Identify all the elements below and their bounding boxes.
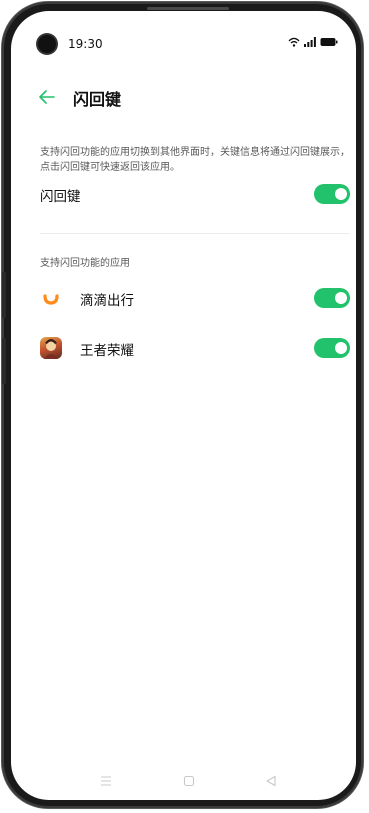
app-row-honor-of-kings[interactable]: 王者荣耀 bbox=[40, 333, 350, 363]
toggle-knob bbox=[335, 188, 347, 200]
app-label: 王者荣耀 bbox=[80, 343, 134, 359]
app-label: 滴滴出行 bbox=[80, 293, 134, 309]
status-icons bbox=[288, 37, 338, 47]
front-camera bbox=[38, 35, 56, 53]
toggle-knob bbox=[335, 342, 347, 354]
honor-of-kings-icon bbox=[40, 337, 62, 359]
navigation-bar bbox=[11, 771, 356, 800]
feature-description: 支持闪回功能的应用切换到其他界面时，关键信息将通过闪回键展示，点击闪回键可快速返… bbox=[40, 147, 350, 173]
wifi-icon bbox=[288, 37, 300, 47]
menu-icon[interactable] bbox=[100, 775, 112, 787]
back-arrow-icon[interactable] bbox=[37, 87, 57, 107]
main-toggle-label: 闪回键 bbox=[40, 189, 81, 205]
back-icon[interactable] bbox=[265, 775, 277, 787]
signal-icon bbox=[304, 37, 316, 47]
section-divider bbox=[40, 233, 350, 234]
section-header: 支持闪回功能的应用 bbox=[40, 258, 130, 269]
app-row-didi[interactable]: 滴滴出行 bbox=[40, 283, 350, 313]
screen: 19:30 闪回键 支持闪回功能的应用切换到其他界面时，关键信息将通过闪回键展示… bbox=[11, 11, 356, 800]
status-bar: 19:30 bbox=[11, 11, 356, 53]
page-header: 闪回键 bbox=[11, 77, 356, 117]
app-toggle-didi[interactable] bbox=[314, 288, 350, 308]
phone-frame: 19:30 闪回键 支持闪回功能的应用切换到其他界面时，关键信息将通过闪回键展示… bbox=[2, 2, 363, 808]
volume-up-button bbox=[2, 272, 6, 318]
volume-down-button bbox=[2, 338, 6, 384]
page-title: 闪回键 bbox=[73, 90, 122, 109]
didi-icon bbox=[40, 287, 62, 309]
home-icon[interactable] bbox=[183, 775, 195, 787]
main-toggle-switch[interactable] bbox=[314, 184, 350, 204]
battery-icon bbox=[320, 38, 338, 46]
earpiece-speaker bbox=[147, 7, 229, 10]
status-time: 19:30 bbox=[68, 37, 103, 51]
app-toggle-honor-of-kings[interactable] bbox=[314, 338, 350, 358]
main-toggle-row[interactable]: 闪回键 bbox=[40, 179, 350, 209]
toggle-knob bbox=[335, 292, 347, 304]
